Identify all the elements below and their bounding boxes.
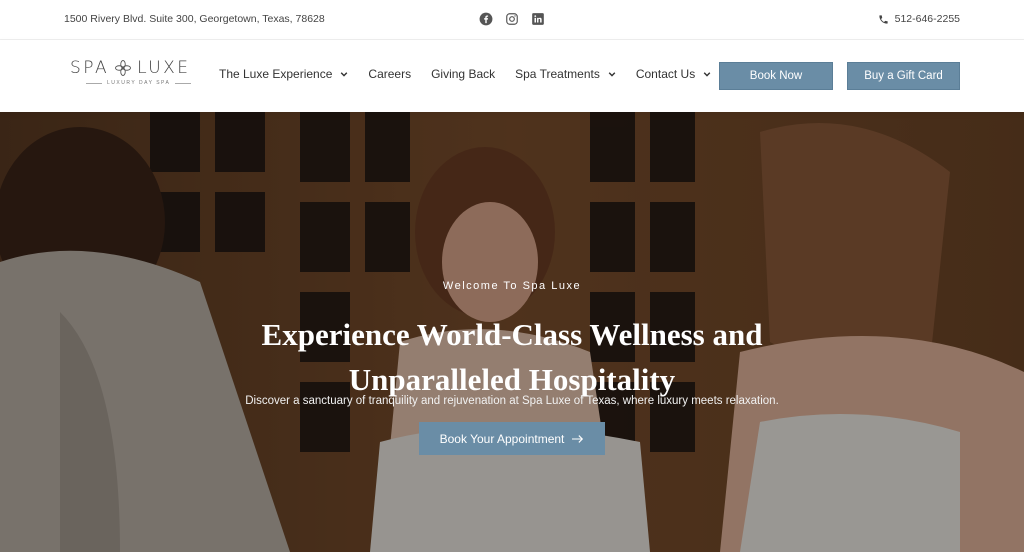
phone-number: 512-646-2255 [894,13,960,25]
instagram-icon[interactable] [505,12,519,26]
phone-link[interactable]: 512-646-2255 [878,13,960,25]
phone-icon [878,14,888,24]
tagline-divider-left [86,82,102,84]
nav-item-contact-us[interactable]: Contact Us [636,67,711,81]
book-now-button[interactable]: Book Now [719,62,833,90]
hero-subtext: Discover a sanctuary of tranquility and … [245,395,779,407]
hero-eyebrow: Welcome To Spa Luxe [442,280,582,292]
nav-item-careers[interactable]: Careers [368,67,411,81]
nav-label: Spa Treatments [515,67,600,81]
hero-headline: Experience World-Class Wellness and Unpa… [261,317,763,397]
chevron-down-icon [703,72,711,77]
social-links [479,12,545,26]
nav-item-giving-back[interactable]: Giving Back [431,67,495,81]
facebook-icon[interactable] [479,12,493,26]
logo-text-left: SPA [70,58,110,78]
book-appointment-button[interactable]: Book Your Appointment [419,422,605,455]
chevron-down-icon [608,72,616,77]
nav-item-luxe-experience[interactable]: The Luxe Experience [219,67,348,81]
lotus-logo-icon [115,60,132,76]
nav-label: The Luxe Experience [219,67,333,81]
arrow-right-icon [572,434,584,443]
linkedin-icon[interactable] [531,12,545,26]
nav-label: Careers [368,67,412,81]
nav-label: Contact Us [635,67,696,81]
nav-label: Giving Back [431,67,496,81]
chevron-down-icon [341,72,348,77]
buy-gift-card-button[interactable]: Buy a Gift Card [847,62,960,90]
cta-label: Book Your Appointment [439,431,565,446]
primary-nav: The Luxe Experience Careers Giving Back … [219,67,711,81]
main-header: SPA LUXE LUXURY DAY SPA The Luxe Experie… [0,40,1024,112]
tagline-divider-right [175,82,192,84]
logo-text-right: LUXE [137,58,191,78]
logo-tagline: LUXURY DAY SPA [107,80,171,86]
top-info-bar: 1500 Rivery Blvd. Suite 300, Georgetown,… [0,0,1024,40]
nav-item-spa-treatments[interactable]: Spa Treatments [515,67,616,81]
hero-section: Welcome To Spa Luxe Experience World-Cla… [0,112,1024,552]
address-text: 1500 Rivery Blvd. Suite 300, Georgetown,… [64,13,325,25]
site-logo[interactable]: SPA LUXE LUXURY DAY SPA [70,58,200,94]
